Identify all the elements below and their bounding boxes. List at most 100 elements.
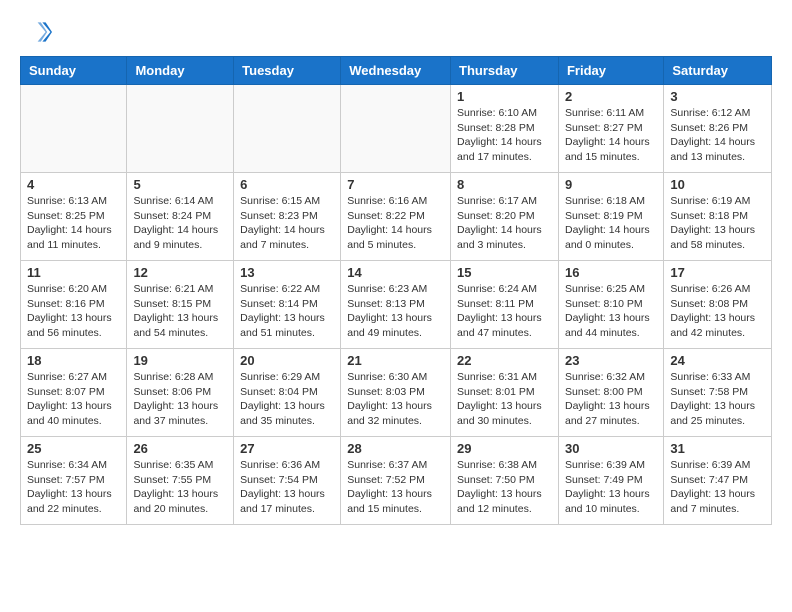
calendar-cell: 13 Sunrise: 6:22 AM Sunset: 8:14 PM Dayli… [234,261,341,349]
day-info: Sunrise: 6:31 AM Sunset: 8:01 PM Dayligh… [457,370,552,429]
day-number: 18 [27,353,120,368]
day-header-tuesday: Tuesday [234,57,341,85]
calendar-cell: 4Sunrise: 6:13 AM Sunset: 8:25 PM Daylig… [21,173,127,261]
day-header-thursday: Thursday [451,57,559,85]
day-info: Sunrise: 6:24 AM Sunset: 8:11 PM Dayligh… [457,282,552,341]
day-info: Sunrise: 6:15 AM Sunset: 8:23 PM Dayligh… [240,194,334,253]
day-info: Sunrise: 6:26 AM Sunset: 8:08 PM Dayligh… [670,282,765,341]
calendar-cell: 2 Sunrise: 6:11 AM Sunset: 8:27 PM Daylig… [558,85,663,173]
calendar-cell: 21 Sunrise: 6:30 AM Sunset: 8:03 PM Dayli… [341,349,451,437]
day-number: 9 [565,177,657,192]
calendar-cell: 3 Sunrise: 6:12 AM Sunset: 8:26 PM Daylig… [664,85,772,173]
day-info: Sunrise: 6:17 AM Sunset: 8:20 PM Dayligh… [457,194,552,253]
day-info: Sunrise: 6:16 AM Sunset: 8:22 PM Dayligh… [347,194,444,253]
day-header-wednesday: Wednesday [341,57,451,85]
calendar-cell [234,85,341,173]
page-header [20,16,772,48]
day-number: 27 [240,441,334,456]
day-number: 20 [240,353,334,368]
day-number: 8 [457,177,552,192]
calendar-week-row: 1Sunrise: 6:10 AM Sunset: 8:28 PM Daylig… [21,85,772,173]
calendar-week-row: 18 Sunrise: 6:27 AM Sunset: 8:07 PM Dayli… [21,349,772,437]
day-number: 30 [565,441,657,456]
day-number: 10 [670,177,765,192]
day-info: Sunrise: 6:34 AM Sunset: 7:57 PM Dayligh… [27,458,120,517]
day-number: 2 [565,89,657,104]
day-info: Sunrise: 6:38 AM Sunset: 7:50 PM Dayligh… [457,458,552,517]
calendar-cell: 27Sunrise: 6:36 AM Sunset: 7:54 PM Dayli… [234,437,341,525]
day-number: 11 [27,265,120,280]
day-number: 5 [133,177,227,192]
day-number: 29 [457,441,552,456]
calendar-week-row: 25 Sunrise: 6:34 AM Sunset: 7:57 PM Dayli… [21,437,772,525]
day-number: 21 [347,353,444,368]
day-number: 15 [457,265,552,280]
calendar-cell: 24Sunrise: 6:33 AM Sunset: 7:58 PM Dayli… [664,349,772,437]
day-number: 23 [565,353,657,368]
day-info: Sunrise: 6:13 AM Sunset: 8:25 PM Dayligh… [27,194,120,253]
calendar-header-row: SundayMondayTuesdayWednesdayThursdayFrid… [21,57,772,85]
day-info: Sunrise: 6:20 AM Sunset: 8:16 PM Dayligh… [27,282,120,341]
day-header-saturday: Saturday [664,57,772,85]
day-number: 3 [670,89,765,104]
day-info: Sunrise: 6:22 AM Sunset: 8:14 PM Dayligh… [240,282,334,341]
calendar-cell: 1Sunrise: 6:10 AM Sunset: 8:28 PM Daylig… [451,85,559,173]
calendar-cell: 26Sunrise: 6:35 AM Sunset: 7:55 PM Dayli… [127,437,234,525]
day-info: Sunrise: 6:32 AM Sunset: 8:00 PM Dayligh… [565,370,657,429]
day-number: 16 [565,265,657,280]
calendar-cell: 6 Sunrise: 6:15 AM Sunset: 8:23 PM Daylig… [234,173,341,261]
day-info: Sunrise: 6:10 AM Sunset: 8:28 PM Dayligh… [457,106,552,165]
day-header-monday: Monday [127,57,234,85]
calendar-cell: 18 Sunrise: 6:27 AM Sunset: 8:07 PM Dayli… [21,349,127,437]
day-info: Sunrise: 6:37 AM Sunset: 7:52 PM Dayligh… [347,458,444,517]
day-info: Sunrise: 6:21 AM Sunset: 8:15 PM Dayligh… [133,282,227,341]
day-info: Sunrise: 6:39 AM Sunset: 7:49 PM Dayligh… [565,458,657,517]
day-info: Sunrise: 6:25 AM Sunset: 8:10 PM Dayligh… [565,282,657,341]
day-info: Sunrise: 6:30 AM Sunset: 8:03 PM Dayligh… [347,370,444,429]
day-header-sunday: Sunday [21,57,127,85]
calendar-cell: 14 Sunrise: 6:23 AM Sunset: 8:13 PM Dayli… [341,261,451,349]
calendar-week-row: 4Sunrise: 6:13 AM Sunset: 8:25 PM Daylig… [21,173,772,261]
calendar-cell: 22 Sunrise: 6:31 AM Sunset: 8:01 PM Dayli… [451,349,559,437]
day-number: 19 [133,353,227,368]
day-number: 22 [457,353,552,368]
day-number: 13 [240,265,334,280]
day-info: Sunrise: 6:14 AM Sunset: 8:24 PM Dayligh… [133,194,227,253]
calendar-week-row: 11 Sunrise: 6:20 AM Sunset: 8:16 PM Dayli… [21,261,772,349]
calendar-cell: 28 Sunrise: 6:37 AM Sunset: 7:52 PM Dayli… [341,437,451,525]
day-info: Sunrise: 6:12 AM Sunset: 8:26 PM Dayligh… [670,106,765,165]
calendar-cell: 7 Sunrise: 6:16 AM Sunset: 8:22 PM Daylig… [341,173,451,261]
calendar-cell: 17 Sunrise: 6:26 AM Sunset: 8:08 PM Dayli… [664,261,772,349]
calendar-cell: 8 Sunrise: 6:17 AM Sunset: 8:20 PM Daylig… [451,173,559,261]
day-number: 28 [347,441,444,456]
day-info: Sunrise: 6:11 AM Sunset: 8:27 PM Dayligh… [565,106,657,165]
calendar-cell: 20 Sunrise: 6:29 AM Sunset: 8:04 PM Dayli… [234,349,341,437]
day-number: 6 [240,177,334,192]
calendar-cell: 25 Sunrise: 6:34 AM Sunset: 7:57 PM Dayli… [21,437,127,525]
calendar-cell: 12 Sunrise: 6:21 AM Sunset: 8:15 PM Dayli… [127,261,234,349]
day-number: 12 [133,265,227,280]
logo [20,16,56,48]
day-number: 17 [670,265,765,280]
day-number: 14 [347,265,444,280]
calendar-cell: 9Sunrise: 6:18 AM Sunset: 8:19 PM Daylig… [558,173,663,261]
day-number: 31 [670,441,765,456]
day-info: Sunrise: 6:33 AM Sunset: 7:58 PM Dayligh… [670,370,765,429]
calendar-cell: 10Sunrise: 6:19 AM Sunset: 8:18 PM Dayli… [664,173,772,261]
day-number: 25 [27,441,120,456]
calendar-cell [341,85,451,173]
day-info: Sunrise: 6:27 AM Sunset: 8:07 PM Dayligh… [27,370,120,429]
calendar-cell: 5 Sunrise: 6:14 AM Sunset: 8:24 PM Daylig… [127,173,234,261]
generalblue-logo-icon [20,16,52,48]
calendar-cell: 19Sunrise: 6:28 AM Sunset: 8:06 PM Dayli… [127,349,234,437]
calendar-cell [21,85,127,173]
day-info: Sunrise: 6:23 AM Sunset: 8:13 PM Dayligh… [347,282,444,341]
day-info: Sunrise: 6:29 AM Sunset: 8:04 PM Dayligh… [240,370,334,429]
day-header-friday: Friday [558,57,663,85]
calendar-cell: 30 Sunrise: 6:39 AM Sunset: 7:49 PM Dayli… [558,437,663,525]
calendar-cell: 16 Sunrise: 6:25 AM Sunset: 8:10 PM Dayli… [558,261,663,349]
day-number: 7 [347,177,444,192]
day-info: Sunrise: 6:35 AM Sunset: 7:55 PM Dayligh… [133,458,227,517]
calendar-table: SundayMondayTuesdayWednesdayThursdayFrid… [20,56,772,525]
calendar-cell: 11 Sunrise: 6:20 AM Sunset: 8:16 PM Dayli… [21,261,127,349]
